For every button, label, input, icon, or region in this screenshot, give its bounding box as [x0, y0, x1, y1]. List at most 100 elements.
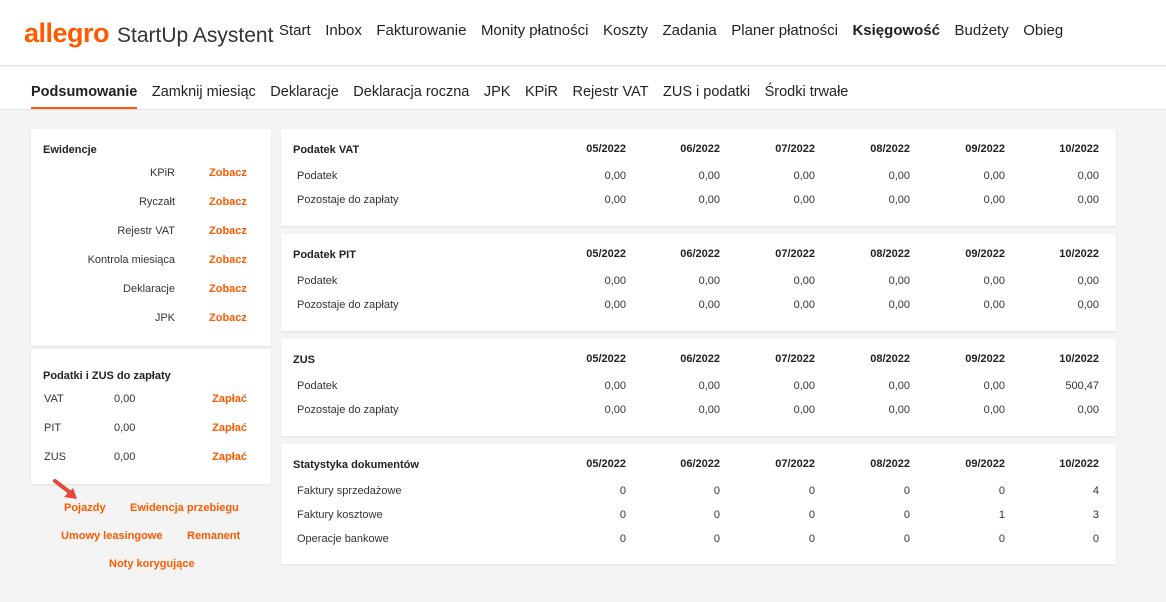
subnav-tab-1[interactable]: Zamknij miesiąc [152, 84, 256, 109]
tax-row: PIT 0,00 Zapłać [31, 422, 271, 436]
ewidencje-label: Ryczałt [138, 196, 175, 208]
app-name: StartUp Asystent [117, 24, 274, 47]
summary-row-label: Faktury kosztowe [297, 509, 383, 521]
month-header: 09/2022 [965, 458, 1005, 470]
main-nav: Start Inbox Fakturowanie Monity płatności Ko… [279, 22, 1063, 39]
nav-item-6[interactable]: Planer płatności [731, 22, 838, 39]
month-header: 10/2022 [1059, 143, 1099, 155]
zaplac-link[interactable]: Zapłać [212, 393, 247, 405]
ewidencje-label: KPiR [149, 167, 175, 179]
nav-item-2[interactable]: Fakturowanie [376, 22, 466, 39]
nav-item-8[interactable]: Budżety [955, 22, 1009, 39]
summary-cell: 0 [619, 533, 626, 545]
zobacz-link[interactable]: Zobacz [209, 283, 247, 295]
taxes-card: Podatki i ZUS do zapłaty VAT 0,00 Zapłać PI… [31, 349, 271, 484]
month-header: 06/2022 [680, 143, 720, 155]
ewidencje-row: Rejestr VAT Zobacz [31, 225, 271, 239]
month-header: 10/2022 [1059, 248, 1099, 260]
summary-cell: 0,00 [793, 275, 815, 287]
summary-cell: 0,00 [983, 170, 1005, 182]
link-pojazdy[interactable]: Pojazdy [64, 502, 106, 514]
summary-cell: 0 [619, 509, 626, 521]
summary-row-label: Operacje bankowe [297, 533, 389, 545]
month-header: 10/2022 [1059, 353, 1099, 365]
month-header: 09/2022 [965, 353, 1005, 365]
summary-row-label: Podatek [297, 275, 338, 287]
summary-cell: 0,00 [604, 380, 626, 392]
summary-cell: 0 [808, 533, 815, 545]
subnav-tab-2[interactable]: Deklaracje [270, 84, 339, 109]
month-header: 08/2022 [870, 353, 910, 365]
summary-cell: 1 [998, 509, 1005, 521]
link-remanent[interactable]: Remanent [187, 530, 240, 542]
subnav-tab-5[interactable]: KPiR [525, 84, 558, 109]
zobacz-link[interactable]: Zobacz [209, 312, 247, 324]
ewidencje-row: Deklaracje Zobacz [31, 283, 271, 297]
summary-cell: 0,00 [983, 404, 1005, 416]
nav-item-3[interactable]: Monity płatności [481, 22, 589, 39]
zobacz-link[interactable]: Zobacz [209, 167, 247, 179]
link-ewidencja-przebiegu[interactable]: Ewidencja przebiegu [130, 502, 239, 514]
summary-cell: 0,00 [698, 404, 720, 416]
zobacz-link[interactable]: Zobacz [209, 196, 247, 208]
link-noty-korygujace[interactable]: Noty korygujące [109, 558, 195, 570]
ewidencje-label: Kontrola miesiąca [87, 254, 175, 266]
month-header: 07/2022 [775, 143, 815, 155]
summary-cell: 500,47 [1065, 380, 1099, 392]
summary-cell: 0,00 [1077, 404, 1099, 416]
taxes-title: Podatki i ZUS do zapłaty [43, 370, 171, 382]
summary-table-card: Statystyka dokumentów 05/2022 06/2022 07/20… [281, 444, 1116, 564]
summary-cell: 0,00 [604, 275, 626, 287]
subnav-tab-3[interactable]: Deklaracja roczna [353, 84, 469, 109]
zaplac-link[interactable]: Zapłać [212, 422, 247, 434]
nav-item-1[interactable]: Inbox [325, 22, 362, 39]
ewidencje-title: Ewidencje [43, 144, 97, 156]
summary-table-title: Statystyka dokumentów [293, 459, 419, 471]
summary-cell: 0,00 [1077, 275, 1099, 287]
summary-table-title: Podatek VAT [293, 144, 360, 156]
month-header: 05/2022 [586, 353, 626, 365]
nav-item-5[interactable]: Zadania [663, 22, 717, 39]
subnav-tab-6[interactable]: Rejestr VAT [573, 84, 649, 109]
nav-item-0[interactable]: Start [279, 22, 311, 39]
nav-item-7[interactable]: Księgowość [852, 22, 940, 39]
summary-cell: 0 [713, 509, 720, 521]
top-bar: allegro StartUp Asystent Start Inbox Faktu… [0, 0, 1166, 66]
subnav-tab-7[interactable]: ZUS i podatki [663, 84, 750, 109]
subnav-tab-0[interactable]: Podsumowanie [31, 84, 138, 109]
summary-table-card: ZUS 05/2022 06/2022 07/2022 08/2022 09/2022 10… [281, 339, 1116, 436]
summary-cell: 0,00 [888, 404, 910, 416]
summary-cell: 0 [1092, 533, 1099, 545]
month-header: 05/2022 [586, 458, 626, 470]
zaplac-link[interactable]: Zapłać [212, 451, 247, 463]
summary-cell: 0,00 [698, 170, 720, 182]
sub-nav: Podsumowanie Zamknij miesiąc Deklaracje Dek… [31, 84, 848, 109]
ewidencje-row: Kontrola miesiąca Zobacz [31, 254, 271, 268]
link-umowy-leasingowe[interactable]: Umowy leasingowe [61, 530, 162, 542]
summary-cell: 0,00 [888, 380, 910, 392]
summary-row-label: Faktury sprzedażowe [297, 485, 402, 497]
summary-cell: 0,00 [793, 380, 815, 392]
ewidencje-card: Ewidencje KPiR Zobacz Ryczałt Zobacz Rejestr… [31, 129, 271, 346]
nav-item-9[interactable]: Obieg [1023, 22, 1063, 39]
summary-cell: 0,00 [888, 299, 910, 311]
logo[interactable]: allegro StartUp Asystent [24, 18, 273, 48]
nav-item-4[interactable]: Koszty [603, 22, 648, 39]
zobacz-link[interactable]: Zobacz [209, 254, 247, 266]
month-header: 06/2022 [680, 458, 720, 470]
month-header: 10/2022 [1059, 458, 1099, 470]
summary-row-label: Podatek [297, 380, 338, 392]
subnav-tab-8[interactable]: Środki trwałe [765, 84, 849, 109]
summary-table-card: Podatek VAT 05/2022 06/2022 07/2022 08/2022 0… [281, 129, 1116, 226]
month-header: 06/2022 [680, 248, 720, 260]
summary-cell: 0,00 [983, 380, 1005, 392]
summary-cell: 0,00 [983, 299, 1005, 311]
summary-cell: 0 [903, 485, 910, 497]
summary-row-label: Pozostaje do zapłaty [297, 299, 399, 311]
zobacz-link[interactable]: Zobacz [209, 225, 247, 237]
subnav-tab-4[interactable]: JPK [484, 84, 511, 109]
ewidencje-label: Deklaracje [123, 283, 175, 295]
summary-cell: 0,00 [698, 299, 720, 311]
summary-cell: 0,00 [793, 194, 815, 206]
ewidencje-label: JPK [154, 312, 175, 324]
